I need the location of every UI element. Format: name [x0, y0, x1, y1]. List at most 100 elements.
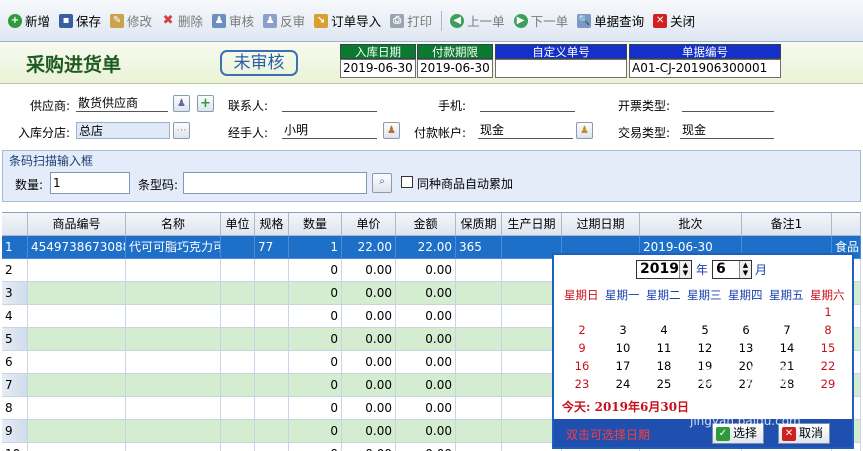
table-cell[interactable]: [456, 282, 502, 305]
table-cell[interactable]: [456, 259, 502, 282]
table-cell[interactable]: [28, 282, 126, 305]
table-cell[interactable]: [126, 282, 221, 305]
table-cell[interactable]: [221, 443, 255, 451]
column-header[interactable]: [832, 213, 861, 236]
table-cell[interactable]: 365: [456, 236, 502, 259]
year-spinner[interactable]: 2019 ▲ ▼: [636, 260, 692, 279]
calendar-day[interactable]: 5: [687, 323, 723, 337]
table-cell[interactable]: 0: [289, 259, 342, 282]
handler-lookup-button[interactable]: ♟: [383, 122, 400, 139]
table-cell[interactable]: [456, 420, 502, 443]
table-cell[interactable]: 0.00: [342, 397, 396, 420]
next-button[interactable]: ▶ 下一单: [510, 10, 573, 32]
table-cell[interactable]: 0.00: [396, 420, 456, 443]
table-cell[interactable]: 0.00: [396, 397, 456, 420]
table-cell[interactable]: [456, 397, 502, 420]
previous-button[interactable]: ◀ 上一单: [446, 10, 509, 32]
auto-merge-checkbox[interactable]: [401, 176, 413, 188]
table-cell[interactable]: 0: [289, 305, 342, 328]
table-cell[interactable]: [28, 374, 126, 397]
supplier-input[interactable]: 散货供应商: [76, 95, 168, 112]
branch-dropdown-button[interactable]: ⋯: [173, 122, 190, 139]
table-cell[interactable]: [28, 397, 126, 420]
table-cell[interactable]: [28, 328, 126, 351]
column-header[interactable]: 保质期: [456, 213, 502, 236]
table-cell[interactable]: [28, 420, 126, 443]
table-cell[interactable]: 0.00: [396, 282, 456, 305]
calendar-day[interactable]: 27: [728, 377, 764, 391]
table-cell[interactable]: 0.00: [342, 420, 396, 443]
table-cell[interactable]: [255, 351, 289, 374]
table-cell[interactable]: [126, 397, 221, 420]
table-cell[interactable]: 0: [289, 282, 342, 305]
table-cell[interactable]: 77: [255, 236, 289, 259]
table-cell[interactable]: [221, 420, 255, 443]
table-cell[interactable]: 0: [289, 397, 342, 420]
table-cell[interactable]: 0.00: [396, 351, 456, 374]
invoice-type-input[interactable]: [682, 95, 774, 112]
column-header[interactable]: 名称: [126, 213, 221, 236]
table-cell[interactable]: [456, 305, 502, 328]
table-cell[interactable]: 4549738673088: [28, 236, 126, 259]
table-cell[interactable]: 代可可脂巧克力可包: [126, 236, 221, 259]
table-cell[interactable]: 0: [289, 374, 342, 397]
calendar-day[interactable]: 21: [769, 359, 805, 373]
calendar-day[interactable]: 28: [769, 377, 805, 391]
contact-input[interactable]: [282, 95, 377, 112]
calendar-day[interactable]: 17: [605, 359, 641, 373]
calendar-day[interactable]: 4: [646, 323, 682, 337]
table-cell[interactable]: [126, 351, 221, 374]
calendar-day[interactable]: 16: [564, 359, 600, 373]
import-order-button[interactable]: ↘ 订单导入: [310, 10, 385, 32]
add-supplier-button[interactable]: +: [197, 95, 214, 112]
custom-number-input[interactable]: [495, 59, 627, 78]
calendar-day[interactable]: 29: [810, 377, 846, 391]
calendar-day[interactable]: 10: [605, 341, 641, 355]
calendar-day[interactable]: 14: [769, 341, 805, 355]
delete-button[interactable]: ✖ 删除: [157, 10, 207, 32]
table-cell[interactable]: [255, 259, 289, 282]
table-cell[interactable]: [126, 420, 221, 443]
table-cell[interactable]: [28, 259, 126, 282]
calendar-day[interactable]: 8: [810, 323, 846, 337]
table-cell[interactable]: [126, 328, 221, 351]
document-number-input[interactable]: A01-CJ-201906300001: [629, 59, 781, 78]
barcode-search-button[interactable]: ⌕: [372, 173, 392, 193]
barcode-input[interactable]: [183, 172, 367, 194]
column-header[interactable]: 批次: [640, 213, 742, 236]
table-cell[interactable]: [255, 305, 289, 328]
table-cell[interactable]: 0.00: [396, 305, 456, 328]
table-cell[interactable]: 0: [289, 443, 342, 451]
calendar-day[interactable]: 9: [564, 341, 600, 355]
table-cell[interactable]: [255, 328, 289, 351]
column-header[interactable]: 规格: [255, 213, 289, 236]
account-input[interactable]: 现金: [478, 122, 573, 139]
table-cell[interactable]: [456, 351, 502, 374]
calendar-day[interactable]: 15: [810, 341, 846, 355]
calendar-day[interactable]: 23: [564, 377, 600, 391]
calendar-day[interactable]: 1: [810, 305, 846, 319]
table-cell[interactable]: 0.00: [396, 443, 456, 451]
table-cell[interactable]: 1: [289, 236, 342, 259]
table-cell[interactable]: [456, 328, 502, 351]
entry-date-input[interactable]: 2019-06-30: [340, 59, 416, 78]
table-cell[interactable]: 22.00: [396, 236, 456, 259]
calendar-day[interactable]: 26: [687, 377, 723, 391]
calendar-day[interactable]: 20: [728, 359, 764, 373]
new-button[interactable]: + 新增: [4, 10, 54, 32]
table-cell[interactable]: [221, 328, 255, 351]
calendar-day[interactable]: 24: [605, 377, 641, 391]
table-cell[interactable]: [28, 305, 126, 328]
month-spinner[interactable]: 6 ▲ ▼: [712, 260, 752, 279]
column-header[interactable]: 金额: [396, 213, 456, 236]
quantity-input[interactable]: 1: [50, 172, 130, 194]
column-header[interactable]: 生产日期: [502, 213, 562, 236]
table-cell[interactable]: 0.00: [342, 305, 396, 328]
calendar-day[interactable]: 11: [646, 341, 682, 355]
table-cell[interactable]: 0.00: [342, 443, 396, 451]
edit-button[interactable]: ✎ 修改: [106, 10, 156, 32]
table-cell[interactable]: 0.00: [396, 328, 456, 351]
table-cell[interactable]: [255, 420, 289, 443]
spinner-arrows-icon[interactable]: ▲ ▼: [679, 261, 691, 278]
column-header[interactable]: 数量: [289, 213, 342, 236]
